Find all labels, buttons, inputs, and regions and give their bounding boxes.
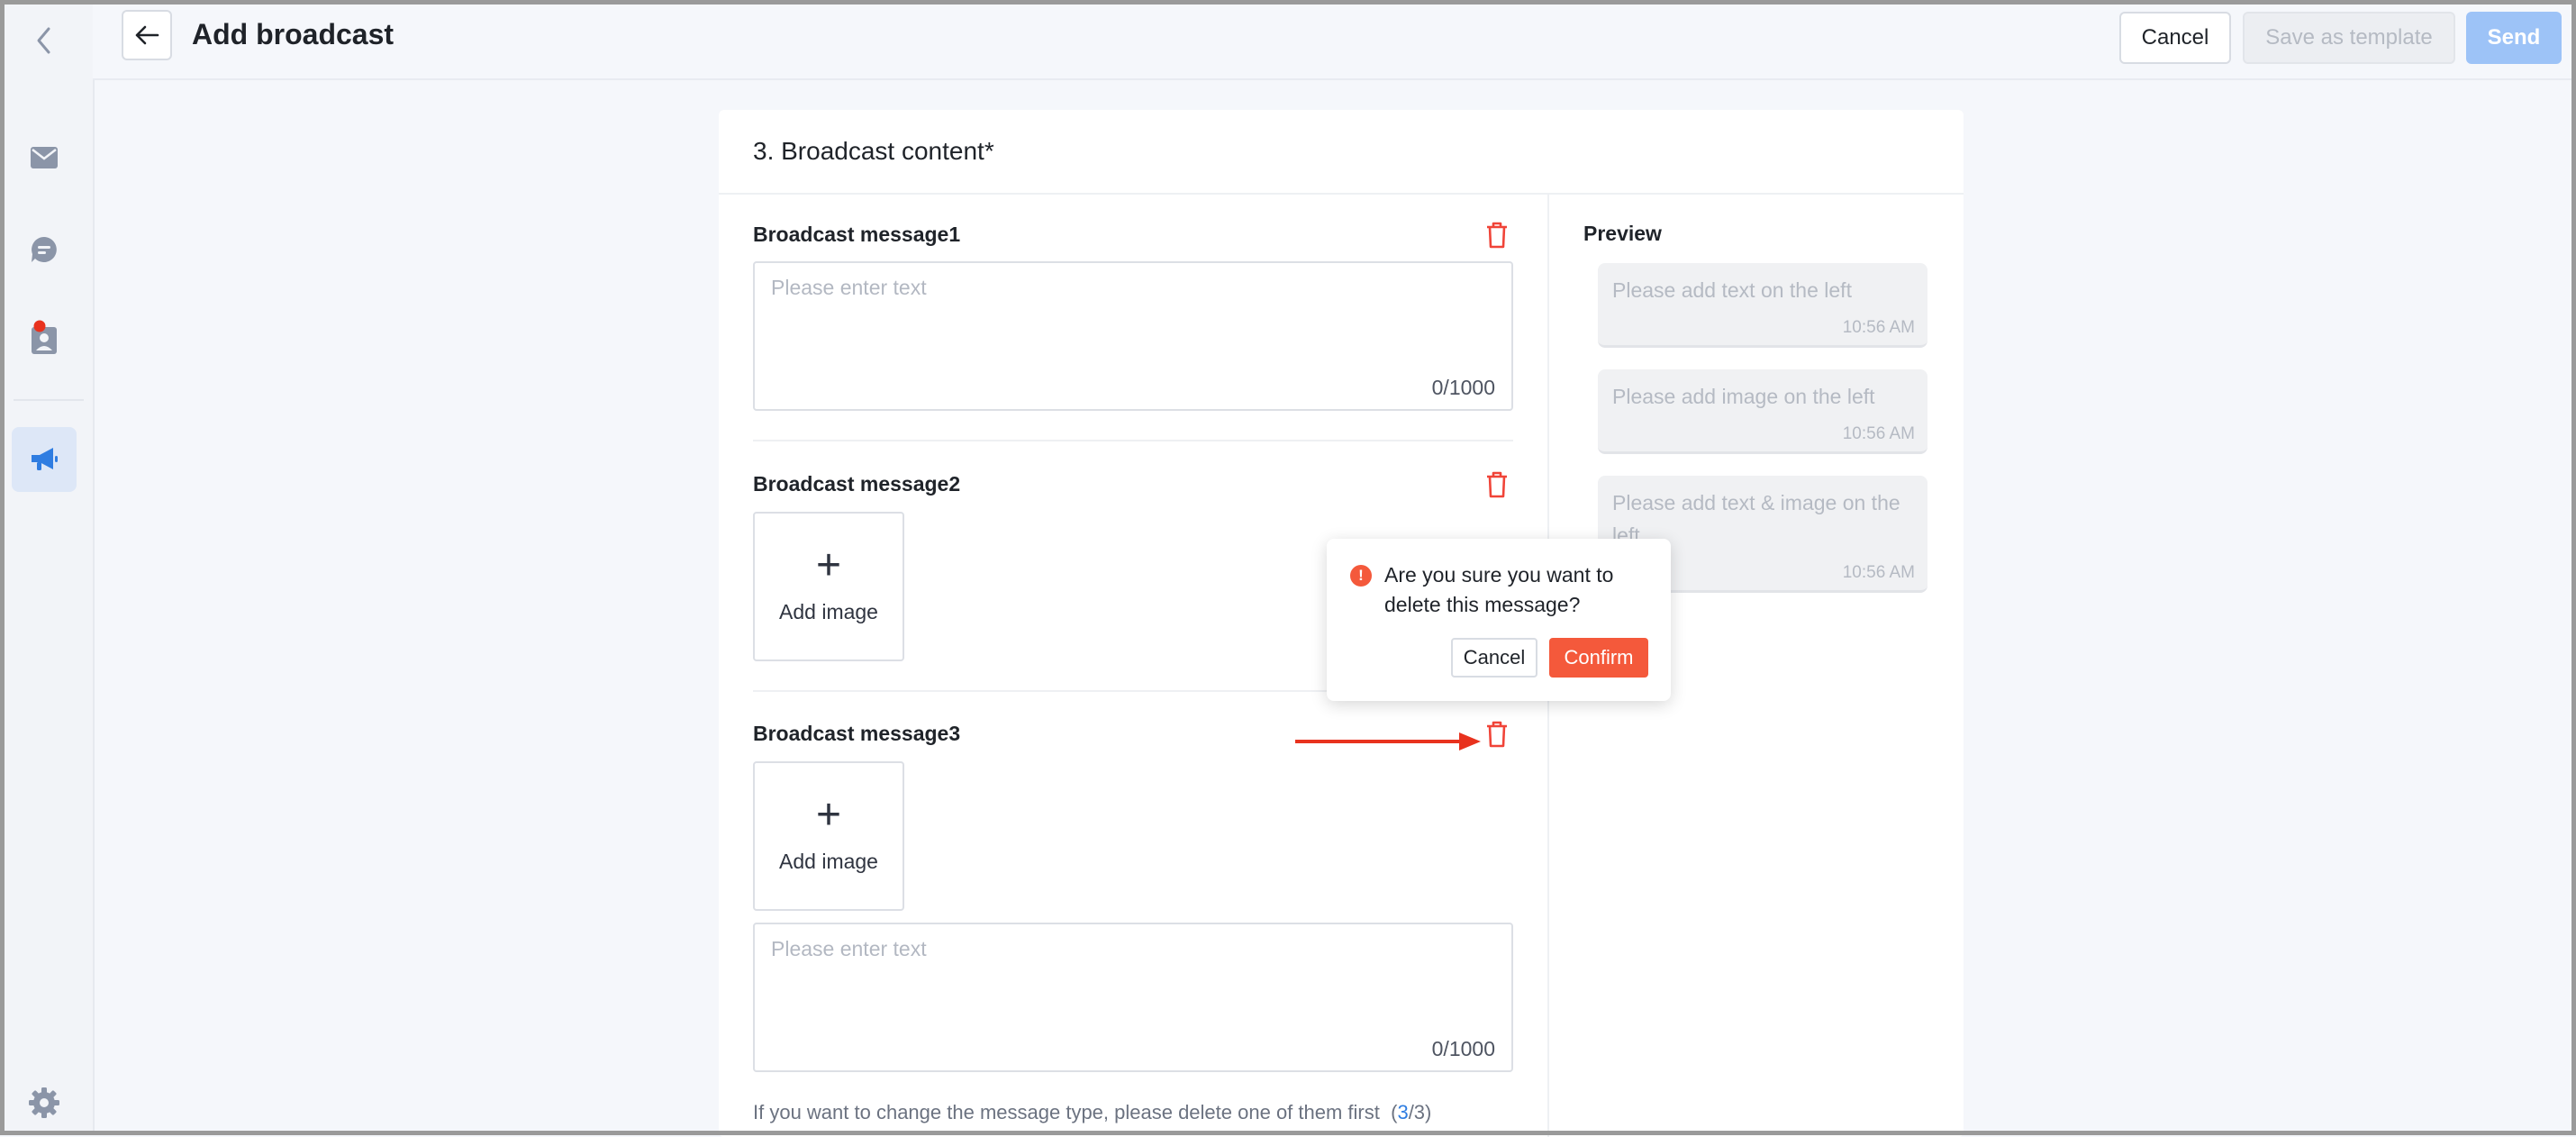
message-1-text-input[interactable]: Please enter text 0/1000 xyxy=(753,261,1513,411)
chevron-left-icon xyxy=(37,27,50,54)
chat-icon xyxy=(32,237,57,262)
message-2-title: Broadcast message2 xyxy=(753,472,961,496)
sidebar-item-mail[interactable] xyxy=(12,125,77,190)
message-count-current: 3 xyxy=(1397,1101,1409,1123)
plus-icon: + xyxy=(815,791,842,839)
sidebar-item-broadcast[interactable] xyxy=(12,427,77,492)
preview-bubble-text: Please add text on the left 10:56 AM xyxy=(1598,263,1927,348)
message-3-placeholder: Please enter text xyxy=(771,937,927,960)
message-type-footnote: If you want to change the message type, … xyxy=(753,1101,1431,1124)
message-3-title: Broadcast message3 xyxy=(753,722,961,745)
message-count-total: /3) xyxy=(1408,1101,1432,1123)
footnote-text: If you want to change the message type, … xyxy=(753,1101,1380,1123)
add-image-label: Add image xyxy=(779,600,878,623)
back-button[interactable] xyxy=(122,10,172,60)
preview-bubble-time: 10:56 AM xyxy=(1842,318,1915,337)
annotation-arrow-icon xyxy=(1295,732,1481,750)
trash-icon xyxy=(1487,471,1507,498)
delete-message-1-button[interactable] xyxy=(1483,220,1511,250)
message-3-text-input[interactable]: Please enter text 0/1000 xyxy=(753,923,1513,1072)
message-3-char-counter: 0/1000 xyxy=(1431,1037,1495,1060)
warning-icon: ! xyxy=(1350,565,1372,587)
trash-icon xyxy=(1487,721,1507,748)
preview-title: Preview xyxy=(1583,222,1662,245)
arrow-left-icon xyxy=(135,25,159,45)
message-1-char-counter: 0/1000 xyxy=(1431,376,1495,399)
preview-bubble-time: 10:56 AM xyxy=(1842,424,1915,443)
delete-confirm-popover: ! Are you sure you want to delete this m… xyxy=(1327,539,1671,701)
preview-bubble-image-content: Please add image on the left xyxy=(1612,385,1875,408)
section-title: 3. Broadcast content* xyxy=(753,137,994,165)
message-1-title: Broadcast message1 xyxy=(753,223,961,246)
plus-icon: + xyxy=(815,541,842,589)
message-divider xyxy=(753,440,1513,441)
megaphone-icon xyxy=(32,448,58,470)
sidebar-item-chat[interactable] xyxy=(12,217,77,282)
sidebar-item-settings[interactable] xyxy=(12,1070,77,1135)
section-divider xyxy=(719,193,1964,195)
delete-confirm-message: Are you sure you want to delete this mes… xyxy=(1384,563,1614,616)
page-title: Add broadcast xyxy=(192,18,395,50)
gear-icon xyxy=(29,1087,59,1118)
contact-card-icon xyxy=(32,320,57,354)
save-as-template-button[interactable]: Save as template xyxy=(2243,12,2455,64)
preview-bubble-image: Please add image on the left 10:56 AM xyxy=(1598,369,1927,454)
delete-message-2-button[interactable] xyxy=(1483,469,1511,500)
page-header: Add broadcast Cancel Save as template Se… xyxy=(93,5,2571,80)
preview-bubble-time: 10:56 AM xyxy=(1842,563,1915,582)
cancel-button[interactable]: Cancel xyxy=(2119,12,2231,64)
delete-message-3-button[interactable] xyxy=(1483,719,1511,750)
preview-bubble-text-content: Please add text on the left xyxy=(1612,278,1852,302)
sidebar xyxy=(5,5,95,1131)
sidebar-item-contacts[interactable] xyxy=(12,305,77,370)
message-2-add-image-button[interactable]: + Add image xyxy=(753,512,904,661)
add-image-label: Add image xyxy=(779,850,878,873)
collapse-sidebar-button[interactable] xyxy=(12,8,77,73)
message-3-add-image-button[interactable]: + Add image xyxy=(753,761,904,911)
mail-icon xyxy=(31,147,58,168)
sidebar-divider xyxy=(14,399,84,401)
popover-cancel-button[interactable]: Cancel xyxy=(1451,638,1537,678)
send-button[interactable]: Send xyxy=(2466,12,2562,64)
trash-icon xyxy=(1487,222,1507,249)
message-1-placeholder: Please enter text xyxy=(771,276,927,299)
popover-confirm-button[interactable]: Confirm xyxy=(1549,638,1648,678)
